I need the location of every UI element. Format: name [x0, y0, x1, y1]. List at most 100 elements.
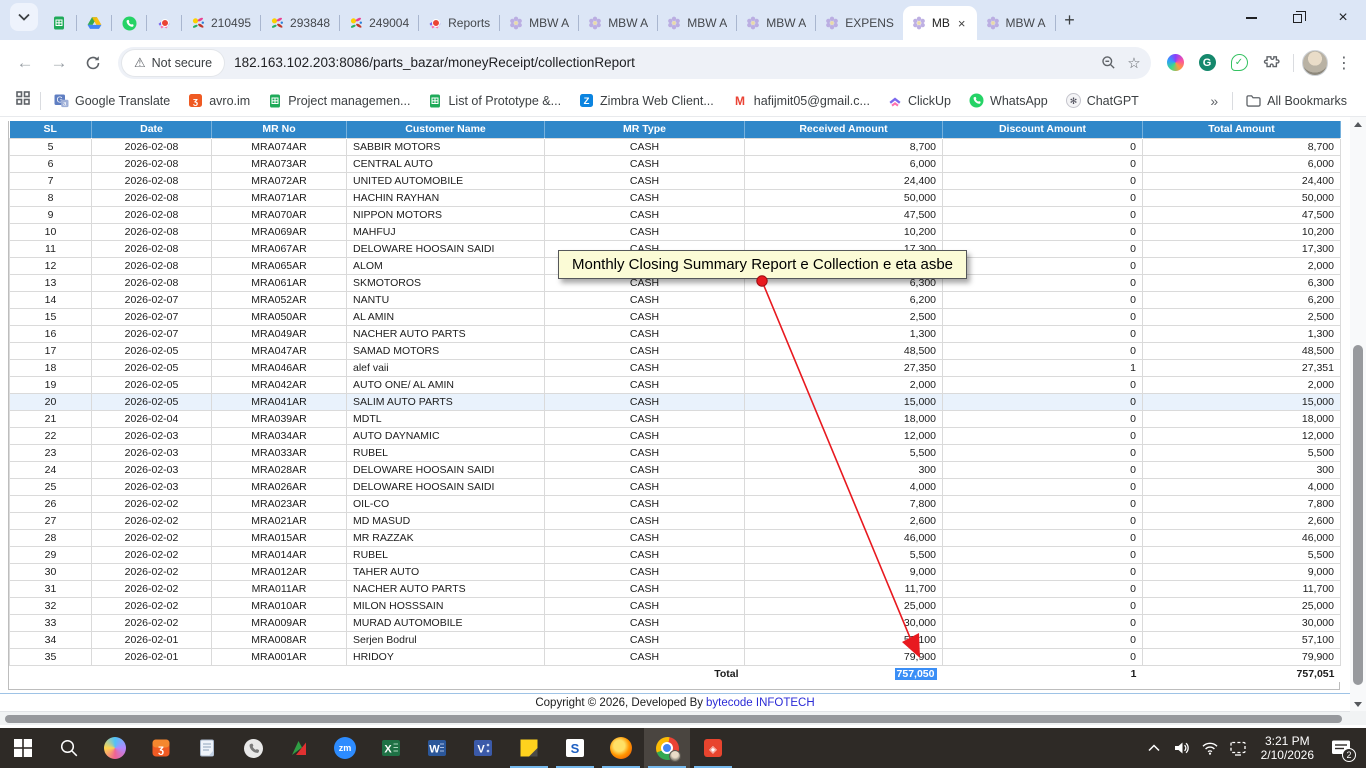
restore-button[interactable]	[1274, 0, 1320, 36]
horizontal-scrollbar-thumb[interactable]	[5, 715, 1342, 723]
table-row[interactable]: 182026-02-05MRA046ARalef vaiiCASH27,3501…	[10, 359, 1341, 376]
table-row[interactable]: 272026-02-02MRA021ARMD MASUDCASH2,60002,…	[10, 512, 1341, 529]
table-row[interactable]: 162026-02-07MRA049ARNACHER AUTO PARTSCAS…	[10, 325, 1341, 342]
tab[interactable]: MBW A	[737, 6, 815, 40]
taskbar-dev-tool-button[interactable]: ◈	[690, 728, 736, 768]
taskbar-firefox-button[interactable]	[598, 728, 644, 768]
bookmark-item[interactable]: Mhafijmit05@gmail.c...	[723, 88, 879, 114]
new-tab-button[interactable]: +	[1056, 6, 1084, 34]
taskbar-notepad-button[interactable]	[184, 728, 230, 768]
table-row[interactable]: 332026-02-02MRA009ARMURAD AUTOMOBILECASH…	[10, 614, 1341, 631]
selected-total-received[interactable]: 757,050	[895, 668, 937, 680]
scroll-down-arrow[interactable]	[1350, 697, 1366, 711]
table-row[interactable]: 102026-02-08MRA069ARMAHFUJCASH10,200010,…	[10, 223, 1341, 240]
volume-button[interactable]	[1169, 728, 1195, 768]
table-row[interactable]: 282026-02-02MRA015ARMR RAZZAKCASH46,0000…	[10, 529, 1341, 546]
screen-cast-button[interactable]	[1225, 728, 1251, 768]
browser-menu-button[interactable]: ⋮	[1332, 53, 1356, 73]
table-row[interactable]: 52026-02-08MRA074ARSABBIR MOTORSCASH8,70…	[10, 138, 1341, 155]
bookmark-item[interactable]: GaGoogle Translate	[45, 88, 179, 114]
table-row[interactable]: 252026-02-03MRA026ARDELOWARE HOOSAIN SAI…	[10, 478, 1341, 495]
tab[interactable]: MBW A	[500, 6, 578, 40]
tab[interactable]: 210495	[182, 6, 260, 40]
table-row[interactable]: 302026-02-02MRA012ARTAHER AUTOCASH9,0000…	[10, 563, 1341, 580]
extension-leaf-icon[interactable]: ✓	[1225, 49, 1253, 77]
notification-center-button[interactable]: 2	[1324, 728, 1358, 768]
scroll-up-arrow[interactable]	[1350, 117, 1366, 131]
address-bar[interactable]: ⚠ Not secure 182.163.102.203:8086/parts_…	[118, 47, 1151, 79]
table-row[interactable]: 222026-02-03MRA034ARAUTO DAYNAMICCASH12,…	[10, 427, 1341, 444]
table-row[interactable]: 322026-02-02MRA010ARMILON HOSSSAINCASH25…	[10, 597, 1341, 614]
tab[interactable]: MBW A	[658, 6, 736, 40]
tab[interactable]: MBW A	[579, 6, 657, 40]
developer-link[interactable]: bytecode INFOTECH	[706, 697, 815, 709]
minimize-button[interactable]	[1228, 0, 1274, 36]
pinned-tab-clickup[interactable]	[147, 6, 181, 40]
table-row[interactable]: 292026-02-02MRA014ARRUBELCASH5,50005,500	[10, 546, 1341, 563]
tab[interactable]: EXPENS	[816, 6, 903, 40]
table-row[interactable]: 152026-02-07MRA050ARAL AMINCASH2,50002,5…	[10, 308, 1341, 325]
table-row[interactable]: 352026-02-01MRA001ARHRIDOYCASH79,900079,…	[10, 648, 1341, 665]
taskbar-excel-button[interactable]: X	[368, 728, 414, 768]
pinned-tab-whatsapp[interactable]	[112, 6, 146, 40]
taskbar-search-button[interactable]	[46, 728, 92, 768]
apps-grid-button[interactable]	[10, 91, 36, 110]
url-text[interactable]: 182.163.102.203:8086/parts_bazar/moneyRe…	[234, 55, 1095, 70]
wifi-button[interactable]	[1197, 728, 1223, 768]
taskbar-copilot-button[interactable]	[92, 728, 138, 768]
taskbar-word-button[interactable]: W	[414, 728, 460, 768]
hidden-icons-button[interactable]	[1141, 728, 1167, 768]
table-row[interactable]: 312026-02-02MRA011ARNACHER AUTO PARTSCAS…	[10, 580, 1341, 597]
tab-search-button[interactable]	[10, 3, 38, 31]
tab[interactable]: 293848	[261, 6, 339, 40]
table-row[interactable]: 232026-02-03MRA033ARRUBELCASH5,50005,500	[10, 444, 1341, 461]
bookmark-star-button[interactable]: ☆	[1121, 50, 1147, 76]
table-row[interactable]: 72026-02-08MRA072ARUNITED AUTOMOBILECASH…	[10, 172, 1341, 189]
zoom-lens-button[interactable]	[1095, 50, 1121, 76]
reload-button[interactable]	[78, 48, 108, 78]
table-row[interactable]: 92026-02-08MRA070ARNIPPON MOTORSCASH47,5…	[10, 206, 1341, 223]
back-button[interactable]: ←	[10, 48, 40, 78]
taskbar-avro-pad-button[interactable]	[276, 728, 322, 768]
table-row[interactable]: 192026-02-05MRA042ARAUTO ONE/ AL AMINCAS…	[10, 376, 1341, 393]
table-row[interactable]: 262026-02-02MRA023AROIL-COCASH7,80007,80…	[10, 495, 1341, 512]
total-received-cell[interactable]: 757,050	[745, 665, 943, 682]
bookmark-item[interactable]: ClickUp	[879, 88, 960, 114]
forward-button[interactable]: →	[44, 48, 74, 78]
security-chip[interactable]: ⚠ Not secure	[122, 50, 224, 76]
bookmark-item[interactable]: ʒavro.im	[179, 88, 259, 114]
grammarly-icon[interactable]: G	[1193, 49, 1221, 77]
profile-avatar[interactable]	[1302, 50, 1328, 76]
tab[interactable]: Reports	[419, 6, 499, 40]
tab[interactable]: 249004	[340, 6, 418, 40]
taskbar-sublime-button[interactable]: S	[552, 728, 598, 768]
taskbar-sticky-notes-button[interactable]	[506, 728, 552, 768]
taskbar-chrome-button[interactable]	[644, 728, 690, 768]
bookmarks-overflow-icon[interactable]: »	[1200, 93, 1228, 109]
taskbar-start-button[interactable]	[0, 728, 46, 768]
extension-colorwheel-icon[interactable]	[1161, 49, 1189, 77]
bookmark-item[interactable]: ✻ChatGPT	[1057, 88, 1148, 114]
table-row[interactable]: 342026-02-01MRA008ARSerjen BodrulCASH57,…	[10, 631, 1341, 648]
vertical-scrollbar-thumb[interactable]	[1353, 345, 1363, 685]
table-row[interactable]: 172026-02-05MRA047ARSAMAD MOTORSCASH48,5…	[10, 342, 1341, 359]
taskbar-avro-keyboard-button[interactable]: ʒ	[138, 728, 184, 768]
pinned-tab-sheets[interactable]	[42, 6, 76, 40]
pinned-tab-drive[interactable]	[77, 6, 111, 40]
all-bookmarks-button[interactable]: All Bookmarks	[1237, 88, 1356, 114]
table-row[interactable]: 142026-02-07MRA052ARNANTUCASH6,20006,200	[10, 291, 1341, 308]
bookmark-item[interactable]: ZZimbra Web Client...	[570, 88, 723, 114]
tab-active[interactable]: MB×	[903, 6, 977, 40]
vertical-scrollbar[interactable]	[1350, 117, 1366, 711]
taskbar-visio-button[interactable]: V	[460, 728, 506, 768]
taskbar-zoom-button[interactable]: zm	[322, 728, 368, 768]
close-button[interactable]: ×	[1320, 0, 1366, 36]
table-row[interactable]: 242026-02-03MRA028ARDELOWARE HOOSAIN SAI…	[10, 461, 1341, 478]
bookmark-item[interactable]: Project managemen...	[259, 88, 419, 114]
extensions-puzzle-button[interactable]	[1257, 49, 1285, 77]
bookmark-item[interactable]: List of Prototype &...	[419, 88, 570, 114]
table-row[interactable]: 62026-02-08MRA073ARCENTRAL AUTOCASH6,000…	[10, 155, 1341, 172]
table-row[interactable]: 212026-02-04MRA039ARMDTLCASH18,000018,00…	[10, 410, 1341, 427]
taskbar-whatsapp-button[interactable]	[230, 728, 276, 768]
taskbar-clock[interactable]: 3:21 PM 2/10/2026	[1253, 734, 1322, 762]
